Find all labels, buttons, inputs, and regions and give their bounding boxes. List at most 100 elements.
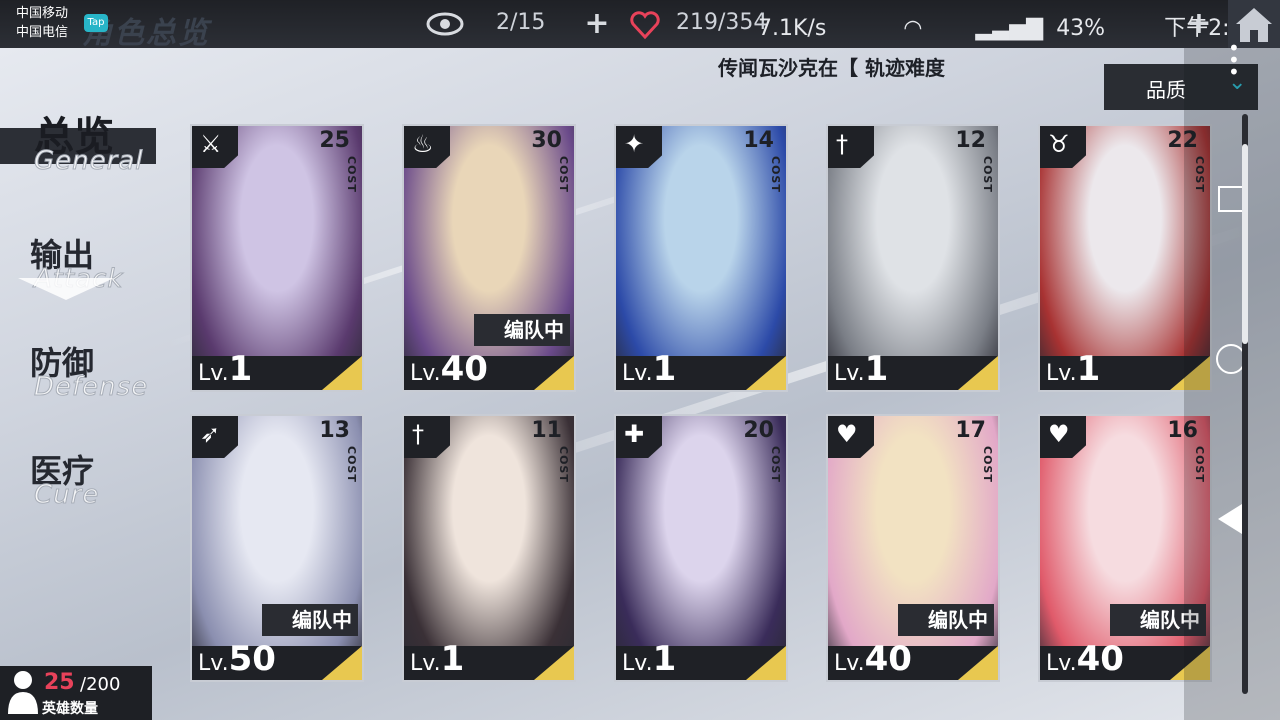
- heart-wings-icon: ♥: [1048, 420, 1070, 448]
- sidebar-item-general[interactable]: 总览 General: [0, 100, 170, 190]
- shield-icon: ✚: [624, 420, 645, 448]
- class-icon: ✚: [616, 416, 662, 458]
- level-number: 1: [228, 349, 253, 389]
- character-card[interactable]: ⚔ 25 COST Lv.1: [190, 124, 364, 392]
- character-card[interactable]: ➶ 13 COST 编队中 Lv.50: [190, 414, 364, 682]
- battery-level: 43%: [1056, 16, 1106, 41]
- level-text: Lv.40: [834, 639, 912, 679]
- level-stripe: [322, 356, 362, 390]
- eye-icon[interactable]: [425, 10, 465, 38]
- heart-wings-icon: ♥: [836, 420, 858, 448]
- add-page-button[interactable]: +: [584, 9, 610, 39]
- sidebar-item-cure[interactable]: 医疗 Cure: [0, 444, 170, 524]
- scrollbar-thumb[interactable]: [1242, 144, 1248, 344]
- page-counter: 2/15: [496, 10, 546, 35]
- level-number: 40: [440, 349, 488, 389]
- recents-button[interactable]: [1218, 186, 1244, 212]
- card-cost: 30: [531, 128, 562, 153]
- level-number: 1: [440, 639, 465, 679]
- class-icon: ♥: [828, 416, 874, 458]
- signal-icon: ▂▃▅▇: [975, 16, 1044, 41]
- level-number: 40: [1076, 639, 1124, 679]
- level-text: Lv.1: [410, 639, 464, 679]
- level-stripe: [746, 356, 786, 390]
- level-prefix: Lv.: [1046, 651, 1077, 676]
- card-cost: 25: [319, 128, 350, 153]
- level-text: Lv.1: [1046, 349, 1100, 389]
- card-cost: 20: [743, 418, 774, 443]
- character-card[interactable]: ♨ 30 COST 编队中 Lv.40: [402, 124, 576, 392]
- hero-count-max: /200: [80, 674, 121, 695]
- level-bar: Lv.40: [404, 349, 574, 390]
- flame-icon: ♨: [412, 130, 434, 158]
- class-icon: †: [828, 126, 874, 168]
- level-stripe: [322, 646, 362, 680]
- sidebar-item-sublabel: Defense: [33, 372, 149, 403]
- level-number: 1: [652, 639, 677, 679]
- more-options-icon[interactable]: • • •: [1228, 38, 1240, 82]
- card-cost: 14: [743, 128, 774, 153]
- card-cost: 13: [319, 418, 350, 443]
- level-stripe: [958, 646, 998, 680]
- wifi-icon: ◠: [903, 16, 923, 41]
- class-icon: ♥: [1040, 416, 1086, 458]
- add-stamina-button[interactable]: +: [1186, 9, 1212, 39]
- system-status: 7.1K/s ◠ ▂▃▅▇ 43% 下午2:29: [758, 10, 1258, 42]
- in-team-badge: 编队中: [474, 314, 570, 346]
- level-prefix: Lv.: [834, 651, 865, 676]
- cost-label: COST: [345, 446, 358, 483]
- level-text: Lv.1: [622, 349, 676, 389]
- level-text: Lv.40: [410, 349, 488, 389]
- level-text: Lv.40: [1046, 639, 1124, 679]
- hero-count-current: 25: [44, 670, 75, 695]
- level-bar: Lv.1: [192, 349, 362, 390]
- cost-label: COST: [557, 156, 570, 193]
- person-icon: [8, 671, 38, 714]
- character-card[interactable]: ✚ 20 COST Lv.1: [614, 414, 788, 682]
- class-icon: ♉: [1040, 126, 1086, 168]
- card-cost: 11: [531, 418, 562, 443]
- hero-count-label: 英雄数量: [42, 701, 98, 717]
- status-carriers: 中国移动 中国电信: [16, 4, 68, 42]
- card-cost: 17: [955, 418, 986, 443]
- back-button[interactable]: [1218, 504, 1242, 534]
- cost-label: COST: [769, 156, 782, 193]
- hero-count-panel: 25 /200 英雄数量: [0, 666, 152, 720]
- dagger-icon: †: [836, 130, 848, 158]
- shuriken-icon: ✦: [624, 130, 645, 158]
- cost-label: COST: [345, 156, 358, 193]
- level-bar: Lv.1: [828, 349, 998, 390]
- cost-label: COST: [981, 446, 994, 483]
- level-prefix: Lv.: [198, 651, 229, 676]
- cost-label: COST: [557, 446, 570, 483]
- news-ticker: 传闻瓦沙克在【 轨迹难度: [718, 56, 945, 80]
- character-card[interactable]: ✦ 14 COST Lv.1: [614, 124, 788, 392]
- character-card[interactable]: † 11 COST Lv.1: [402, 414, 576, 682]
- tap-badge: Tap: [84, 14, 108, 32]
- bow-icon: ➶: [200, 420, 221, 448]
- quality-sort-label: 品质: [1146, 78, 1186, 102]
- demon-horns-icon: ♉: [1048, 130, 1070, 158]
- in-team-badge: 编队中: [262, 604, 358, 636]
- stamina-counter: 219/354: [676, 10, 768, 35]
- level-number: 1: [1076, 349, 1101, 389]
- scrollbar[interactable]: [1242, 114, 1248, 694]
- sidebar-item-defense[interactable]: 防御 Defense: [0, 336, 170, 416]
- level-prefix: Lv.: [1046, 361, 1077, 386]
- character-card[interactable]: ♥ 17 COST 编队中 Lv.40: [826, 414, 1000, 682]
- class-icon: ✦: [616, 126, 662, 168]
- level-prefix: Lv.: [622, 361, 653, 386]
- level-text: Lv.50: [198, 639, 276, 679]
- level-number: 1: [652, 349, 677, 389]
- carrier-1: 中国移动: [16, 6, 69, 21]
- level-stripe: [958, 356, 998, 390]
- level-bar: Lv.50: [192, 639, 362, 680]
- level-prefix: Lv.: [622, 651, 653, 676]
- level-stripe: [534, 646, 574, 680]
- character-card[interactable]: † 12 COST Lv.1: [826, 124, 1000, 392]
- level-bar: Lv.1: [616, 639, 786, 680]
- level-text: Lv.1: [198, 349, 252, 389]
- level-prefix: Lv.: [198, 361, 229, 386]
- cost-label: COST: [981, 156, 994, 193]
- level-bar: Lv.1: [404, 639, 574, 680]
